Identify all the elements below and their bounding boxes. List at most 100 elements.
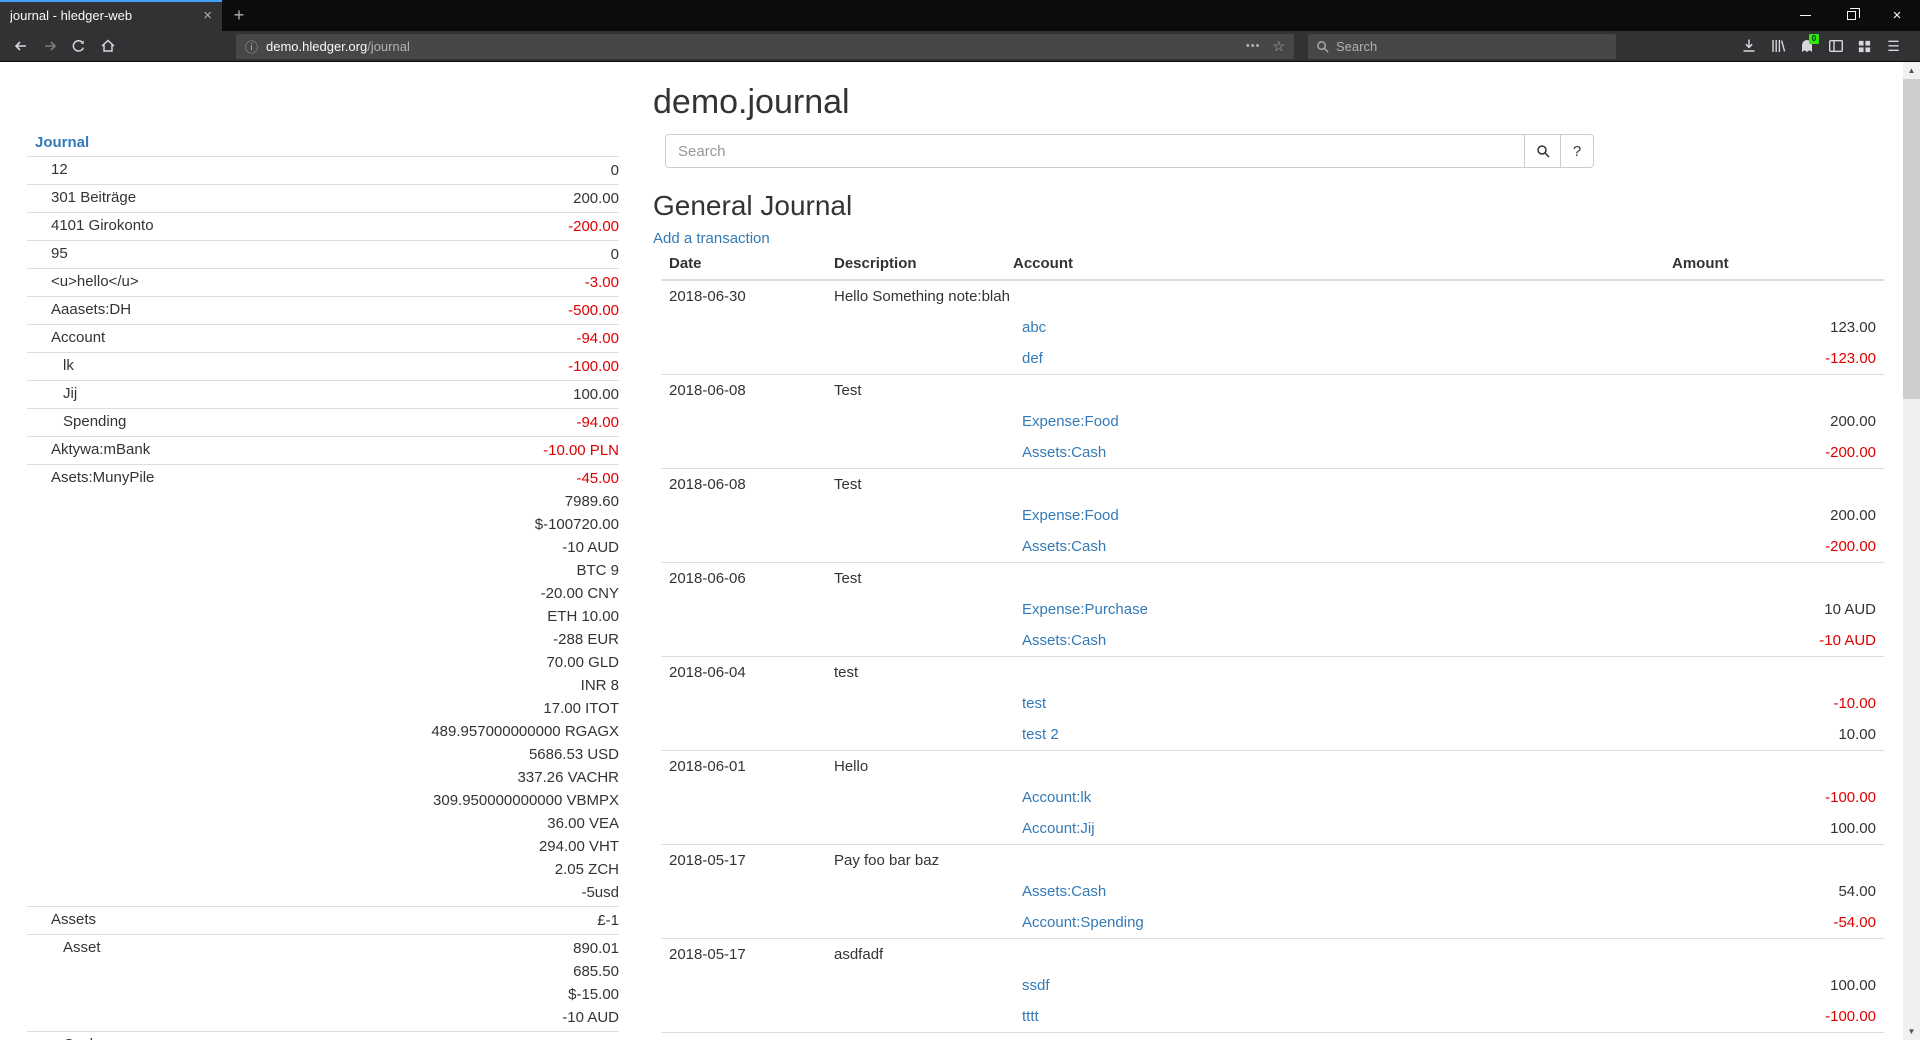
sidebar-account-link[interactable]: Aktywa:mBank: [51, 441, 150, 458]
sidebar-account-link[interactable]: Assets: [51, 911, 96, 928]
posting-account-link[interactable]: Expense:Purchase: [1022, 601, 1148, 618]
downloads-button[interactable]: [1734, 33, 1763, 60]
posting-row: Account:Jij100.00: [661, 813, 1884, 845]
sidebar-account-link[interactable]: Cash: [63, 1036, 98, 1040]
journal-search-input[interactable]: [665, 134, 1525, 168]
sidebar-account-link[interactable]: Jij: [63, 385, 77, 402]
sidebar-account-link[interactable]: lk: [63, 357, 74, 374]
new-tab-button[interactable]: +: [222, 0, 256, 31]
posting-account-link[interactable]: Assets:Cash: [1022, 538, 1106, 555]
posting-account-cell: Expense:Food: [1005, 500, 1664, 531]
main-content: demo.journal ? General Journal Add a tra…: [653, 62, 1884, 1040]
posting-account-link[interactable]: abc: [1022, 319, 1046, 336]
sidebar-account-row: Asset890.01685.50$-15.00-10 AUD: [27, 935, 619, 1032]
sidebar-journal-link[interactable]: Journal: [35, 134, 89, 151]
posting-spacer: [661, 406, 1005, 437]
extension-badge: 0: [1809, 34, 1819, 44]
posting-account-link[interactable]: Account:Jij: [1022, 820, 1095, 837]
posting-row: Assets:Cash-200.00: [661, 437, 1884, 469]
transaction-row[interactable]: 2018-06-01Hello: [661, 751, 1884, 783]
transaction-date: 2018-06-01: [661, 751, 826, 783]
scrollbar-up-icon[interactable]: ▲: [1903, 62, 1920, 79]
url-bar[interactable]: ⓘ demo.hledger.org/journal ••• ☆: [236, 34, 1294, 59]
posting-account-link[interactable]: test 2: [1022, 726, 1059, 743]
sidebar-icon: [1828, 38, 1844, 54]
reload-button[interactable]: [64, 33, 93, 60]
scrollbar-down-icon[interactable]: ▼: [1903, 1023, 1920, 1040]
account-balance-cell: -94.00: [266, 409, 619, 437]
sidebar-account-link[interactable]: 95: [51, 245, 68, 262]
transaction-row[interactable]: 2018-06-04test: [661, 657, 1884, 689]
browser-tab[interactable]: journal - hledger-web ×: [0, 0, 222, 31]
apps-grid-button[interactable]: [1850, 33, 1879, 60]
sidebar-account-link[interactable]: Spending: [63, 413, 126, 430]
window-restore-button[interactable]: [1828, 0, 1874, 31]
account-balance: 2.05 ZCH: [266, 858, 619, 881]
sidebar-account-link[interactable]: Asset: [63, 939, 101, 956]
tab-close-icon[interactable]: ×: [203, 8, 212, 23]
menu-button[interactable]: ☰: [1879, 33, 1908, 60]
account-balance: INR 8: [266, 674, 619, 697]
sidebar: Journal 120301 Beiträge200.004101 Giroko…: [27, 130, 619, 1040]
posting-account-link[interactable]: test: [1022, 695, 1046, 712]
posting-account-link[interactable]: Account:lk: [1022, 789, 1091, 806]
sidebar-toggle-button[interactable]: [1821, 33, 1850, 60]
account-balance: £-1: [266, 909, 619, 932]
transaction-row[interactable]: 2018-05-17asdfadf: [661, 939, 1884, 971]
transaction-description: Pay foo bar baz: [826, 845, 1884, 877]
sidebar-account-link[interactable]: 4101 Girokonto: [51, 217, 154, 234]
page-content: Journal 120301 Beiträge200.004101 Giroko…: [0, 62, 1903, 1040]
posting-account-cell: Account:Spending: [1005, 907, 1664, 939]
posting-account-link[interactable]: ssdf: [1022, 977, 1050, 994]
posting-account-link[interactable]: def: [1022, 350, 1043, 367]
account-balance: -10 AUD: [266, 536, 619, 559]
vertical-scrollbar[interactable]: ▲ ▼: [1903, 62, 1920, 1040]
transaction-description: Hello: [826, 751, 1884, 783]
home-button[interactable]: [93, 33, 122, 60]
transaction-row[interactable]: 2018-06-06Test: [661, 563, 1884, 595]
transaction-row[interactable]: 2018-06-08Test: [661, 469, 1884, 501]
posting-account-link[interactable]: Assets:Cash: [1022, 444, 1106, 461]
account-balance: 200.00: [266, 187, 619, 210]
back-button[interactable]: [6, 33, 35, 60]
sidebar-account-link[interactable]: Asets:MunyPile: [51, 469, 154, 486]
browser-search-input[interactable]: [1336, 39, 1608, 54]
posting-row: Expense:Food200.00: [661, 500, 1884, 531]
posting-account-link[interactable]: tttt: [1022, 1008, 1039, 1025]
scrollbar-thumb[interactable]: [1903, 79, 1920, 399]
window-close-button[interactable]: ×: [1874, 0, 1920, 31]
transaction-row[interactable]: 2018-06-08Test: [661, 375, 1884, 407]
posting-amount: -100.00: [1664, 782, 1884, 813]
sidebar-account-link[interactable]: Aaasets:DH: [51, 301, 131, 318]
journal-search-button[interactable]: [1525, 134, 1561, 168]
posting-amount: 10.00: [1664, 719, 1884, 751]
page-actions-icon[interactable]: •••: [1246, 40, 1261, 52]
posting-account-link[interactable]: Assets:Cash: [1022, 632, 1106, 649]
account-balance-cell: -45.007989.60$-100720.00-10 AUDBTC 9-20.…: [266, 465, 619, 907]
account-balance: -10 AUD: [266, 1006, 619, 1029]
posting-account-link[interactable]: Account:Spending: [1022, 914, 1144, 931]
sidebar-account-link[interactable]: 12: [51, 161, 68, 178]
sidebar-account-link[interactable]: Account: [51, 329, 105, 346]
account-balance: -100.00: [266, 355, 619, 378]
forward-button[interactable]: [35, 33, 64, 60]
extension-button[interactable]: 0: [1792, 33, 1821, 60]
posting-account-link[interactable]: Assets:Cash: [1022, 883, 1106, 900]
posting-row: def-123.00: [661, 343, 1884, 375]
add-transaction-link[interactable]: Add a transaction: [653, 229, 770, 248]
posting-account-link[interactable]: Expense:Food: [1022, 507, 1119, 524]
transaction-row[interactable]: 2018-05-17Pay foo bar baz: [661, 845, 1884, 877]
browser-search-bar[interactable]: [1308, 34, 1616, 59]
library-button[interactable]: [1763, 33, 1792, 60]
bookmark-star-icon[interactable]: ☆: [1272, 38, 1285, 55]
window-minimize-button[interactable]: [1782, 0, 1828, 31]
search-help-button[interactable]: ?: [1561, 134, 1594, 168]
sidebar-table: Journal 120301 Beiträge200.004101 Giroko…: [27, 130, 619, 1040]
sidebar-account-link[interactable]: 301 Beiträge: [51, 189, 136, 206]
sidebar-account-link[interactable]: <u>hello</u>: [51, 273, 139, 290]
posting-account-link[interactable]: Expense:Food: [1022, 413, 1119, 430]
site-info-icon[interactable]: ⓘ: [245, 37, 258, 56]
transaction-row[interactable]: 2018-05-17Test: [661, 1033, 1884, 1040]
journal-heading: General Journal: [653, 190, 1884, 221]
transaction-row[interactable]: 2018-06-30Hello Something note:blah: [661, 280, 1884, 312]
